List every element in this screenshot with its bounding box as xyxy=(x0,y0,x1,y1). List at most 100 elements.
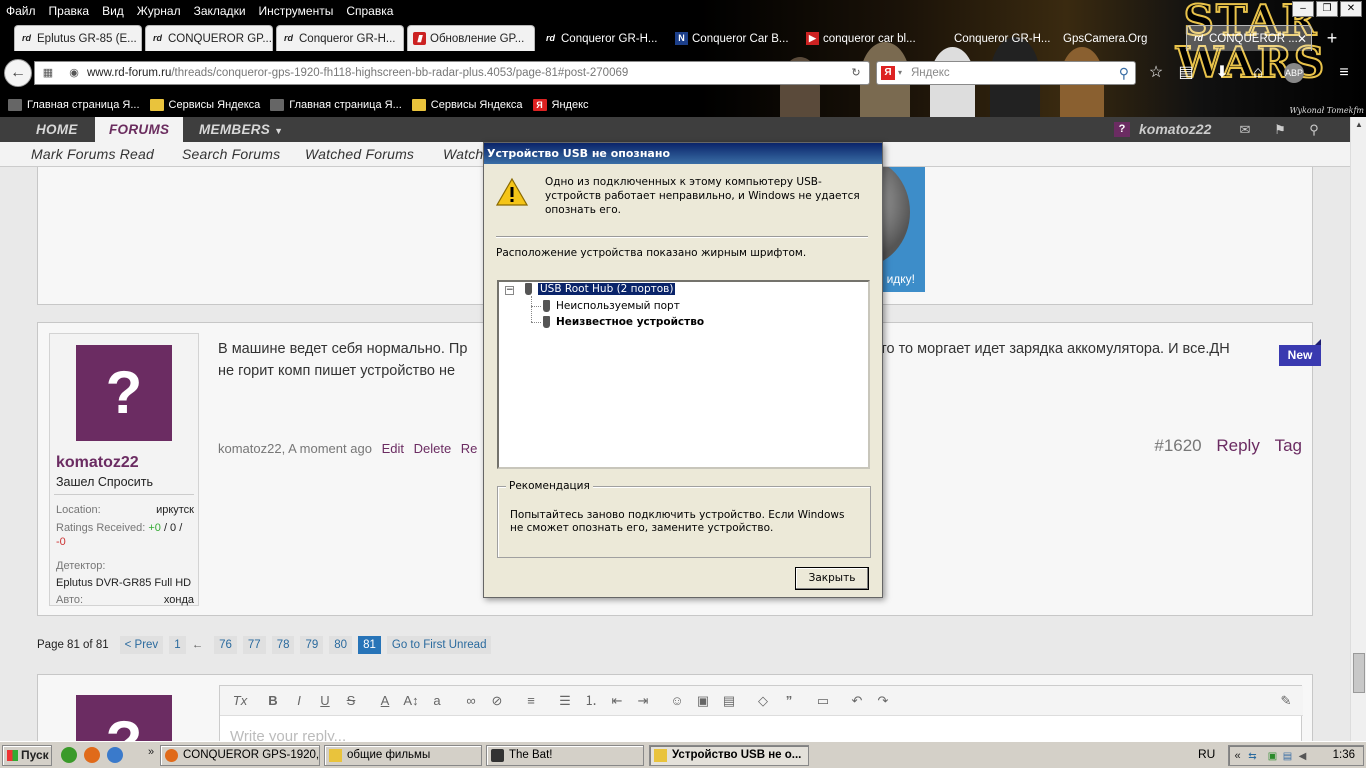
search-engine-dropdown-icon[interactable]: ▾ xyxy=(898,62,902,84)
bookmark-yandex-services-2[interactable]: Сервисы Яндекса xyxy=(411,99,523,111)
tab-youtube[interactable]: ▶ conqueror car bl... xyxy=(800,25,928,51)
back-arrow-icon[interactable]: ← xyxy=(4,59,32,87)
nav-forums[interactable]: FORUMS xyxy=(95,117,184,142)
bookmark-yandex[interactable]: Я Яндекс xyxy=(532,99,589,111)
tab-update-gp[interactable]: ▮ Обновление GP... xyxy=(407,25,535,51)
tray-expand-icon[interactable]: « xyxy=(1231,750,1244,763)
menu-edit[interactable]: Правка xyxy=(49,4,90,18)
mark-forums-read-link[interactable]: Mark Forums Read xyxy=(31,142,154,167)
network-icon[interactable] xyxy=(107,747,123,763)
menu-help[interactable]: Справка xyxy=(346,4,393,18)
watched-forums-link[interactable]: Watched Forums xyxy=(305,142,414,167)
menu-history[interactable]: Журнал xyxy=(137,4,181,18)
utorrent-icon[interactable] xyxy=(61,747,77,763)
page-link-80[interactable]: 80 xyxy=(329,636,353,654)
alerts-flag-icon[interactable]: ⚑ xyxy=(1271,121,1289,138)
page-link-78[interactable]: 78 xyxy=(271,636,295,654)
tag-link[interactable]: Tag xyxy=(1275,436,1302,455)
menu-file[interactable]: Файл xyxy=(6,4,36,18)
go-to-first-unread-link[interactable]: Go to First Unread xyxy=(386,636,492,654)
post-username[interactable]: komatoz22 xyxy=(56,454,139,472)
delete-link[interactable]: Delete xyxy=(414,441,452,456)
smilie-icon[interactable]: ☺ xyxy=(669,693,685,709)
watched-threads-link[interactable]: Watch xyxy=(443,142,483,167)
media-icon[interactable]: ▤ xyxy=(721,693,737,709)
tree-node-unknown-device[interactable]: Неизвестное устройство xyxy=(543,316,704,328)
tab-conqueror-gr-h-2[interactable]: rd Conqueror GR-H... xyxy=(538,25,666,51)
close-window-button[interactable]: ✕ xyxy=(1340,1,1362,17)
redo-icon[interactable]: ↷ xyxy=(875,693,891,709)
page-skip-arrow-icon[interactable]: ← xyxy=(192,636,209,654)
nav-members[interactable]: MEMBERS ▼ xyxy=(199,117,283,142)
nav-home[interactable]: HOME xyxy=(36,117,78,142)
new-tab-icon[interactable]: + xyxy=(1320,25,1344,51)
quicklaunch-more-icon[interactable]: » xyxy=(148,746,154,758)
close-button[interactable]: Закрыть xyxy=(795,567,869,590)
username-top[interactable]: komatoz22 xyxy=(1139,117,1211,142)
tree-node-unused-port[interactable]: Неиспользуемый порт xyxy=(543,300,680,312)
collapse-node-icon[interactable]: − xyxy=(505,286,514,295)
search-icon[interactable]: ⚲ xyxy=(1305,121,1323,138)
downloads-icon[interactable]: ⬇ xyxy=(1212,63,1232,83)
firefox-icon[interactable] xyxy=(84,747,100,763)
avatar[interactable]: ? xyxy=(76,345,172,441)
close-tab-icon[interactable]: ✕ xyxy=(1297,26,1307,51)
home-icon[interactable]: ⌂ xyxy=(1248,63,1268,83)
page-link-76[interactable]: 76 xyxy=(214,636,237,654)
page-link-1[interactable]: 1 xyxy=(169,636,186,654)
clock[interactable]: 1:36 xyxy=(1333,749,1355,761)
network-tray-icon[interactable]: ▤ xyxy=(1281,750,1294,763)
user-avatar-small[interactable]: ? xyxy=(1114,122,1130,137)
font-size-icon[interactable]: A↕ xyxy=(403,693,419,709)
search-input[interactable]: Я ▾ Яндекс ⚲ xyxy=(876,61,1136,85)
image-icon[interactable]: ▣ xyxy=(695,693,711,709)
taskbar-firefox[interactable]: CONQUEROR GPS-1920,... xyxy=(160,745,320,766)
remove-format-icon[interactable]: Tx xyxy=(232,693,248,709)
page-link-77[interactable]: 77 xyxy=(242,636,266,654)
strikethrough-icon[interactable]: S xyxy=(343,693,359,709)
hamburger-menu-icon[interactable]: ≡ xyxy=(1334,63,1354,83)
unlink-icon[interactable]: ⊘ xyxy=(489,693,505,709)
edit-link[interactable]: Edit xyxy=(382,441,404,456)
bold-icon[interactable]: B xyxy=(265,693,281,709)
reading-list-icon[interactable]: ▤ xyxy=(1176,63,1196,83)
url-bar[interactable]: ▦ ◉ www.rd-forum.ru/threads/conqueror-gp… xyxy=(34,61,870,85)
menu-tools[interactable]: Инструменты xyxy=(259,4,334,18)
undo-icon[interactable]: ↶ xyxy=(849,693,865,709)
reply-editor[interactable]: Tx B I U S A A↕ a ∞ ⊘ ≡ ☰ ⒈ ⇤ ⇥ ☺ ▣ ▤ ◇ … xyxy=(219,685,1303,741)
text-color-icon[interactable]: A xyxy=(377,693,393,709)
align-icon[interactable]: ≡ xyxy=(523,693,539,709)
bookmark-yandex-services-1[interactable]: Сервисы Яндекса xyxy=(149,99,260,111)
bookmark-yandex-home-1[interactable]: Главная страница Я... xyxy=(8,99,140,111)
underline-icon[interactable]: U xyxy=(317,693,333,709)
page-link-79[interactable]: 79 xyxy=(300,636,324,654)
volume-icon[interactable]: ◀ xyxy=(1296,750,1309,763)
page-link-81-current[interactable]: 81 xyxy=(358,636,381,654)
report-link[interactable]: Re xyxy=(461,441,478,456)
numbered-list-icon[interactable]: ⒈ xyxy=(583,693,599,709)
device-tree[interactable]: − USB Root Hub (2 портов) Неиспользуемый… xyxy=(497,280,870,469)
tab-conqueror-car-b[interactable]: N Conqueror Car B... xyxy=(669,25,797,51)
tab-conqueror-gr-h-1[interactable]: rd Conqueror GR-H... xyxy=(276,25,404,51)
menu-bookmarks[interactable]: Закладки xyxy=(194,4,246,18)
taskbar-usb-dialog[interactable]: Устройство USB не о... xyxy=(649,745,809,766)
toggle-bbcode-icon[interactable]: ✎ xyxy=(1278,693,1294,709)
tree-node-root-hub[interactable]: USB Root Hub (2 портов) xyxy=(525,282,677,296)
page-scrollbar[interactable]: ▲ xyxy=(1350,117,1366,741)
reload-icon[interactable]: ↻ xyxy=(849,66,863,80)
scrollbar-thumb[interactable] xyxy=(1353,653,1365,693)
bullet-list-icon[interactable]: ☰ xyxy=(557,693,573,709)
font-family-icon[interactable]: a xyxy=(429,693,445,709)
bookmark-star-icon[interactable]: ☆ xyxy=(1146,63,1166,83)
italic-icon[interactable]: I xyxy=(291,693,307,709)
safely-remove-icon[interactable]: ▣ xyxy=(1266,750,1279,763)
tab-gpscamera[interactable]: GpsCamera.Org xyxy=(1040,25,1168,51)
reply-link[interactable]: Reply xyxy=(1216,436,1259,455)
usb-tray-icon[interactable]: ⇆ xyxy=(1246,750,1259,763)
link-icon[interactable]: ∞ xyxy=(463,693,479,709)
outdent-icon[interactable]: ⇤ xyxy=(609,693,625,709)
taskbar-folder-films[interactable]: общие фильмы xyxy=(324,745,482,766)
indent-icon[interactable]: ⇥ xyxy=(635,693,651,709)
search-forums-link[interactable]: Search Forums xyxy=(182,142,280,167)
adblock-icon[interactable]: ABP xyxy=(1284,63,1304,83)
